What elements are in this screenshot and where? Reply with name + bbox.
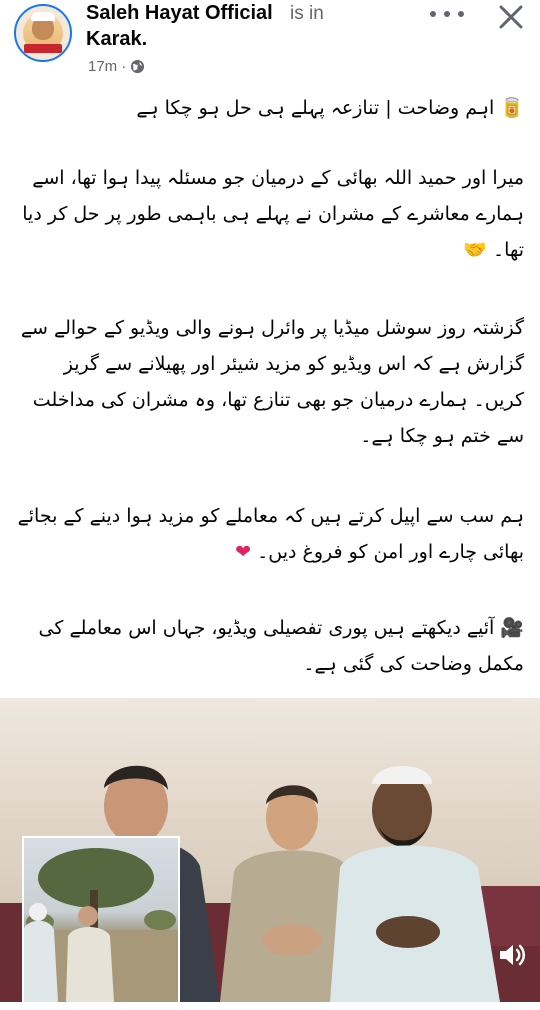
inset-video-thumbnail [22, 836, 180, 1002]
post-paragraph-2: گزشتہ روز سوشل میڈیا پر وائرل ہونے والی … [16, 310, 524, 454]
post-time[interactable]: 17m [88, 58, 117, 75]
globe-icon [130, 59, 145, 74]
person-right [330, 766, 500, 1002]
more-dots-icon[interactable] [430, 4, 464, 24]
page-avatar[interactable] [14, 4, 72, 62]
paragraph-text: اہم وضاحت | تنازعہ پہلے ہی حل ہو چکا ہے [136, 97, 495, 119]
handshake-emoji: 🤝 [463, 239, 487, 261]
location-link[interactable]: Karak. [86, 28, 147, 51]
volume-icon[interactable] [494, 938, 528, 972]
paragraph-text: گزشتہ روز سوشل میڈیا پر وائرل ہونے والی … [20, 317, 524, 447]
paragraph-text: ہم سب سے اپیل کرتے ہیں کہ معاملے کو مزید… [17, 505, 524, 563]
post-paragraph-4: 🎥 آئیے دیکھتے ہیں پوری تفصیلی ویڈیو، جہا… [16, 610, 524, 682]
heart-emoji: ❤ [235, 541, 252, 563]
close-icon[interactable] [496, 2, 526, 32]
movie-camera-emoji: 🎥 [500, 617, 524, 639]
avatar-banner [24, 44, 62, 53]
fire-extinguisher-emoji: 🥫 [500, 97, 524, 119]
post-paragraph-3: ہم سب سے اپیل کرتے ہیں کہ معاملے کو مزید… [16, 498, 524, 570]
post-paragraph-title: 🥫 اہم وضاحت | تنازعہ پہلے ہی حل ہو چکا ہ… [16, 90, 524, 126]
paragraph-text: آئیے دیکھتے ہیں پوری تفصیلی ویڈیو، جہاں … [38, 617, 524, 675]
video-player[interactable] [0, 698, 540, 1002]
post-header: Saleh Hayat Official is in Karak. 17m · [0, 0, 540, 90]
is-in-text: is in [290, 3, 324, 24]
post-meta: 17m · [88, 58, 145, 75]
avatar-cap [31, 12, 55, 21]
page-name-link[interactable]: Saleh Hayat Official [86, 2, 273, 25]
meta-separator: · [121, 58, 127, 75]
post-paragraph-1: میرا اور حمید اللہ بھائی کے درمیان جو مس… [16, 160, 524, 268]
paragraph-text: میرا اور حمید اللہ بھائی کے درمیان جو مس… [22, 167, 524, 261]
